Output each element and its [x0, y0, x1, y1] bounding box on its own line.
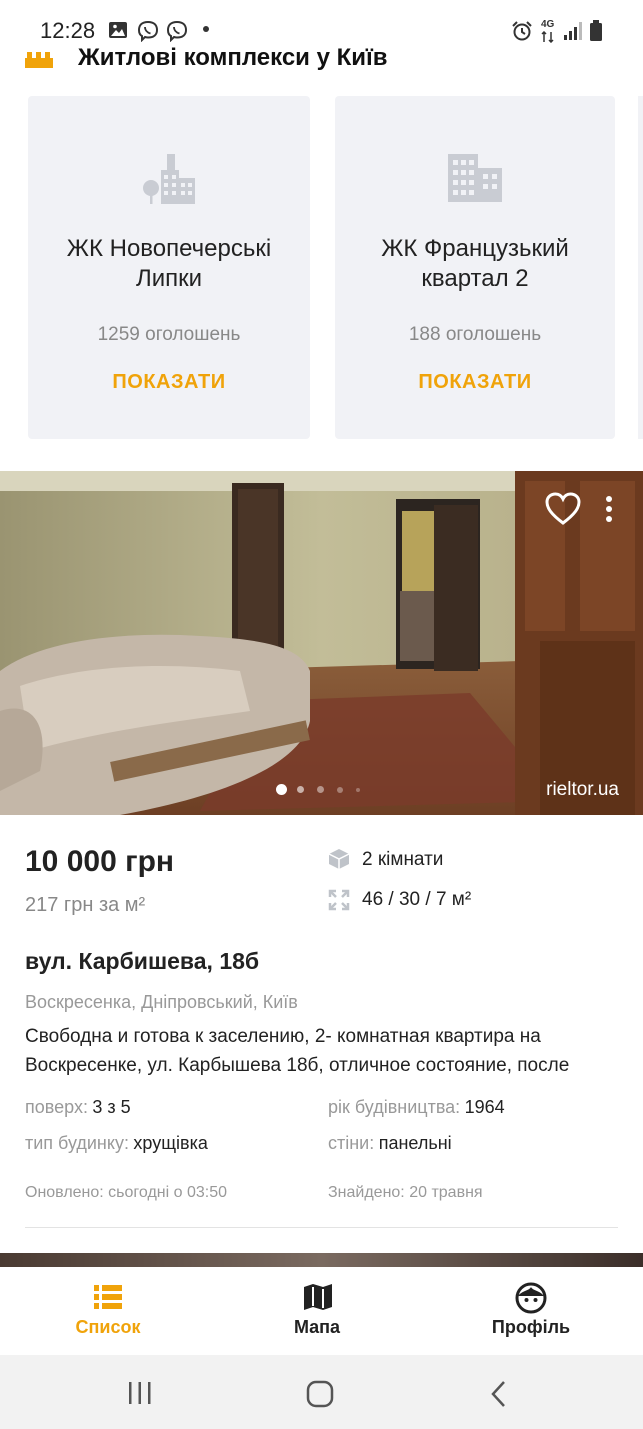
bottom-navigation: Список Мапа Профіль: [0, 1267, 643, 1355]
more-options-icon[interactable]: [604, 495, 614, 523]
more-notifications-dot: [203, 26, 209, 32]
data-arrows-icon: [541, 31, 554, 43]
floor-label: поверх:: [25, 1097, 88, 1117]
floor-row: поверх: 3 з 5: [25, 1097, 131, 1118]
complex-listing-count: 1259 оголошень: [97, 324, 241, 345]
nav-list-label: Список: [75, 1317, 141, 1337]
year-label: рік будівництва:: [328, 1097, 461, 1117]
residential-complex-icon: [25, 52, 53, 68]
complex-name-line1: ЖК Новопечерські: [66, 235, 272, 262]
buildings-tree-icon: [143, 154, 195, 204]
listing-photo[interactable]: rieltor.ua: [0, 471, 643, 815]
price-per-m2: 217 грн за м²: [25, 894, 146, 916]
profile-icon: [515, 1282, 547, 1314]
building-icon: [448, 154, 502, 202]
show-complex-button[interactable]: ПОКАЗАТИ: [335, 371, 615, 394]
nav-profile-label: Профіль: [491, 1317, 571, 1337]
listing-divider: [25, 1227, 618, 1228]
pagination-dot: [356, 788, 360, 792]
battery-icon: [590, 20, 602, 41]
alarm-icon: [512, 21, 532, 41]
complex-card-1[interactable]: ЖК Новопечерські Липки 1259 оголошень ПО…: [28, 96, 310, 439]
map-icon: [304, 1284, 332, 1310]
show-complex-button[interactable]: ПОКАЗАТИ: [28, 371, 310, 394]
complex-name: ЖК Французький квартал 2: [335, 234, 615, 294]
gallery-notification-icon: [109, 22, 127, 38]
complex-listing-count: 188 оголошень: [408, 324, 542, 345]
updated-timestamp: Оновлено: сьогодні о 03:50: [25, 1184, 227, 1201]
section-title: Житлові комплекси у Київ: [78, 44, 388, 71]
home-icon[interactable]: [306, 1380, 334, 1408]
area-expand-icon: [328, 889, 350, 911]
recent-apps-icon[interactable]: [127, 1381, 153, 1405]
area-values: 46 / 30 / 7 м²: [362, 889, 472, 910]
gallery-pagination: [276, 784, 396, 796]
complex-name-line2: Липки: [135, 265, 203, 292]
favorite-heart-icon[interactable]: [545, 492, 581, 526]
floor-value: 3 з 5: [92, 1097, 131, 1117]
rooms-count: 2 кімнати: [362, 849, 444, 870]
listing-price: 10 000 грн: [25, 845, 175, 878]
back-icon[interactable]: [490, 1380, 508, 1408]
listing-district: Воскресенка, Дніпровський, Київ: [25, 992, 298, 1012]
pagination-dot: [337, 787, 343, 793]
source-watermark: rieltor.ua: [546, 779, 619, 800]
viber-notification-icon-2: [166, 20, 188, 42]
complex-name: ЖК Новопечерські Липки: [28, 234, 310, 294]
building-type-value: хрущівка: [133, 1133, 208, 1153]
nav-map-label: Мапа: [293, 1317, 341, 1337]
rooms-cube-icon: [328, 849, 350, 869]
listing-description: Свободна и готова к заселению, 2- комнат…: [25, 1026, 570, 1076]
next-listing-photo-edge[interactable]: [0, 1253, 643, 1267]
building-type-row: тип будинку: хрущівка: [25, 1133, 208, 1154]
walls-value: панельні: [378, 1133, 452, 1153]
pagination-dot-active: [276, 784, 287, 795]
complex-card-3-edge[interactable]: [638, 96, 643, 439]
complex-name-line2: квартал 2: [421, 265, 529, 292]
signal-icon: [564, 22, 582, 40]
viber-notification-icon: [137, 20, 159, 42]
complex-name-line1: ЖК Французький: [381, 235, 569, 262]
list-icon: [94, 1285, 122, 1309]
year-value: 1964: [464, 1097, 505, 1117]
walls-row: стіни: панельні: [328, 1133, 452, 1154]
found-date: Знайдено: 20 травня: [328, 1184, 483, 1201]
listing-address[interactable]: вул. Карбишева, 18б: [25, 948, 259, 975]
pagination-dot: [317, 786, 324, 793]
walls-label: стіни:: [328, 1133, 375, 1153]
network-type: 4G: [541, 19, 555, 30]
pagination-dot: [297, 786, 304, 793]
system-navigation-bar: [0, 1355, 643, 1429]
complex-card-2[interactable]: ЖК Французький квартал 2 188 оголошень П…: [335, 96, 615, 439]
status-time: 12:28: [40, 18, 96, 43]
year-row: рік будівництва: 1964: [328, 1097, 505, 1118]
building-type-label: тип будинку:: [25, 1133, 129, 1153]
